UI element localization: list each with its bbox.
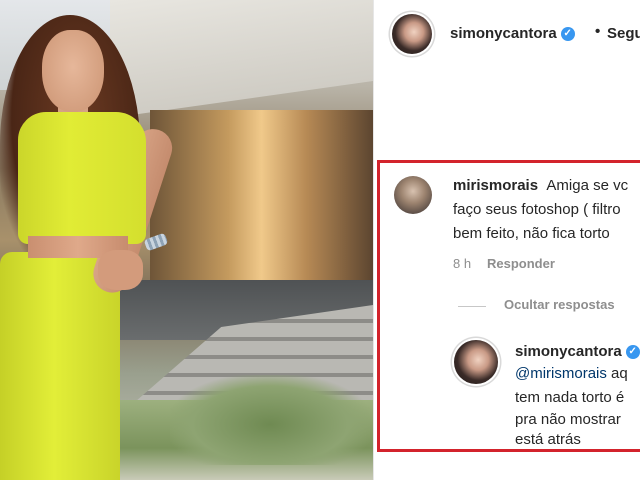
post-author-username[interactable]: simonycantora xyxy=(450,25,557,42)
verified-badge-icon: ✓ xyxy=(625,345,640,360)
woman-hand xyxy=(98,250,143,290)
separator-dot: • xyxy=(595,23,601,40)
reply-text-2: tem nada torto é xyxy=(515,389,625,406)
commenter-username[interactable]: mirismorais xyxy=(453,177,538,194)
post-author[interactable]: simonycantora ✓ xyxy=(450,25,575,42)
comment-line-1: mirismorais Amiga se vc xyxy=(453,174,628,198)
reply-author-avatar[interactable] xyxy=(454,340,498,384)
comment-text-1: Amiga se vc xyxy=(546,177,629,194)
reply-author-username[interactable]: simonycantora xyxy=(515,343,622,360)
photo-bush xyxy=(170,375,370,465)
comment-text-3: bem feito, não fica torto xyxy=(453,225,610,242)
photo-wood-facade xyxy=(150,110,373,285)
reply-text-4: está atrás xyxy=(515,431,581,448)
post-photo xyxy=(0,0,373,480)
reply-mention-link[interactable]: @mirismorais xyxy=(515,365,607,382)
woman-top xyxy=(18,112,146,244)
commenter-avatar[interactable] xyxy=(394,176,432,214)
reply-line-1: @mirismorais aq xyxy=(515,362,628,386)
post-author-avatar[interactable] xyxy=(392,14,432,54)
comments-panel: simonycantora ✓ • Segu mirismorais Amiga … xyxy=(373,0,640,480)
reply-button[interactable]: Responder xyxy=(487,256,555,271)
photo-roof xyxy=(110,0,373,118)
hide-replies-button[interactable]: Ocultar respostas xyxy=(504,297,615,312)
verified-badge-icon: ✓ xyxy=(560,27,575,42)
follow-button[interactable]: Segu xyxy=(607,25,640,42)
reply-author[interactable]: simonycantora ✓ xyxy=(515,343,640,360)
comment-text-2: faço seus fotoshop ( filtro xyxy=(453,201,621,218)
woman-face xyxy=(42,30,104,112)
reply-text-1: aq xyxy=(606,365,628,382)
comment-timestamp: 8 h xyxy=(453,256,472,271)
hide-replies-divider xyxy=(458,306,486,307)
